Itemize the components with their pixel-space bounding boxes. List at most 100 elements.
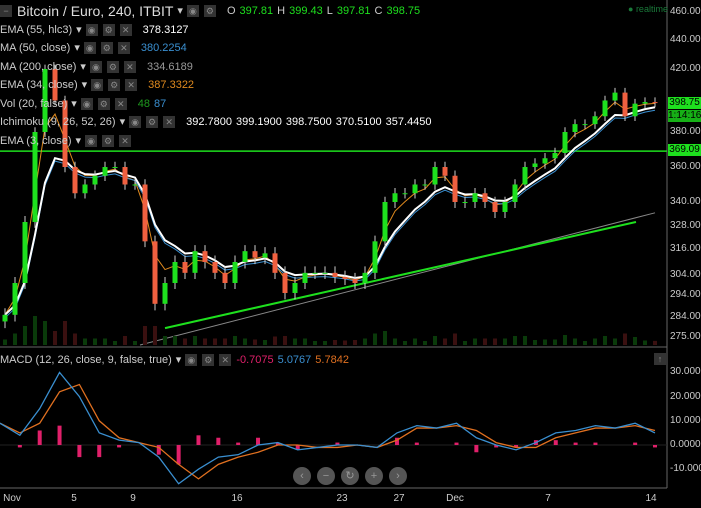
close-label: C [374, 5, 383, 17]
indicator-label[interactable]: MA (50, close) [0, 39, 70, 58]
macd-histogram-bar [256, 437, 261, 445]
scroll-right-button[interactable]: › [389, 467, 407, 485]
macd-histogram-bar [474, 445, 479, 453]
eye-icon[interactable]: ◉ [186, 5, 199, 18]
indicator-value: 370.5100 [335, 116, 382, 128]
macd-label[interactable]: MACD (12, 26, close, 9, false, true) [0, 354, 172, 366]
close-icon[interactable]: ✕ [163, 116, 176, 129]
close-icon[interactable]: ✕ [114, 97, 127, 110]
date-tick: 27 [393, 493, 405, 504]
indicator-label[interactable]: Ichimoku (9, 26, 52, 26) [0, 113, 116, 132]
eye-icon[interactable]: ◉ [129, 116, 142, 129]
date-tick: 16 [231, 493, 243, 504]
gear-icon[interactable]: ⚙ [202, 353, 215, 366]
gear-icon[interactable]: ⚙ [108, 79, 121, 92]
maximize-pane-icon[interactable]: ↑ [654, 353, 666, 365]
dropdown-icon[interactable]: ▾ [76, 132, 82, 151]
candle [412, 184, 418, 194]
gear-icon[interactable]: ⚙ [97, 97, 110, 110]
date-tick: Dec [446, 493, 464, 504]
close-icon[interactable]: ✕ [117, 42, 130, 55]
indicator-label[interactable]: Vol (20, false) [0, 95, 67, 114]
indicator-label[interactable]: MA (200, close) [0, 58, 76, 77]
candle [242, 251, 248, 262]
dropdown-icon[interactable]: ▾ [74, 39, 80, 58]
indicator-value: 357.4450 [385, 116, 432, 128]
macd-histogram-bar [414, 442, 419, 445]
close-icon[interactable]: ✕ [119, 134, 132, 147]
gear-icon[interactable]: ⚙ [102, 23, 115, 36]
eye-icon[interactable]: ◉ [91, 79, 104, 92]
dropdown-icon[interactable]: ▾ [76, 21, 82, 40]
macd-histogram-bar [17, 445, 22, 448]
scroll-left-button[interactable]: ‹ [293, 467, 311, 485]
candle [362, 272, 368, 283]
indicator-label[interactable]: EMA (34, close) [0, 76, 78, 95]
date-tick: Nov [3, 493, 21, 504]
volume-bar [293, 338, 297, 345]
eye-icon[interactable]: ◉ [89, 60, 102, 73]
dropdown-icon[interactable]: ▾ [82, 76, 88, 95]
dropdown-icon[interactable]: ▾ [177, 2, 183, 21]
eye-icon[interactable]: ◉ [85, 23, 98, 36]
reset-button[interactable]: ↻ [341, 467, 359, 485]
zoom-out-button[interactable]: − [317, 467, 335, 485]
indicator-label[interactable]: EMA (3, close) [0, 132, 72, 151]
zoom-in-button[interactable]: + [365, 467, 383, 485]
countdown-tag: 1:14:16 [668, 110, 701, 122]
gear-icon[interactable]: ⚙ [203, 5, 216, 18]
volume-bar [53, 331, 57, 345]
candle [112, 167, 118, 168]
dropdown-icon[interactable]: ▾ [71, 95, 77, 114]
price-tick: 360.00 [670, 161, 701, 172]
macd-tick: 20.0000 [670, 390, 701, 402]
candle [332, 272, 338, 277]
volume-bar [73, 333, 77, 345]
gear-icon[interactable]: ⚙ [106, 60, 119, 73]
volume-bar [523, 336, 527, 345]
volume-bar [463, 341, 467, 345]
volume-bar [163, 336, 167, 345]
candle [292, 283, 298, 293]
symbol-row: − Bitcoin / Euro, 240, ITBIT ▾ ◉ ⚙ O 397.8… [0, 2, 432, 21]
indicator-label[interactable]: EMA (55, hlc3) [0, 21, 72, 40]
macd-tick: 0.0000 [670, 439, 701, 450]
eye-icon[interactable]: ◉ [83, 42, 96, 55]
date-tick: 5 [71, 493, 77, 504]
dropdown-icon[interactable]: ▾ [120, 113, 126, 132]
candle [442, 167, 448, 176]
volume-bar [533, 340, 537, 345]
dropdown-icon[interactable]: ▾ [80, 58, 86, 77]
volume-bar [613, 338, 617, 345]
eye-icon[interactable]: ◉ [85, 134, 98, 147]
indicator-value: 380.2254 [140, 42, 187, 54]
collapse-icon[interactable]: − [0, 5, 12, 18]
eye-icon[interactable]: ◉ [185, 353, 198, 366]
gear-icon[interactable]: ⚙ [102, 134, 115, 147]
macd-histogram-bar [117, 445, 122, 448]
chart-navigation: ‹ − ↻ + › [293, 467, 407, 485]
gear-icon[interactable]: ⚙ [146, 116, 159, 129]
close-icon[interactable]: ✕ [119, 23, 132, 36]
dropdown-icon[interactable]: ▾ [176, 353, 182, 366]
close-icon[interactable]: ✕ [125, 79, 138, 92]
candle [532, 163, 538, 167]
volume-bar [323, 341, 327, 345]
open-value: 397.81 [239, 5, 274, 17]
volume-bar [143, 326, 147, 345]
macd-legend: MACD (12, 26, close, 9, false, true) ▾ ◉ ⚙… [0, 353, 349, 366]
date-tick: 7 [545, 493, 551, 504]
candle [212, 262, 218, 273]
macd-histogram-bar [633, 442, 638, 445]
volume-bar [593, 338, 597, 345]
eye-icon[interactable]: ◉ [80, 97, 93, 110]
volume-bar [513, 336, 517, 345]
candle [642, 102, 648, 104]
gear-icon[interactable]: ⚙ [100, 42, 113, 55]
close-icon[interactable]: ✕ [123, 60, 136, 73]
candle [102, 167, 108, 176]
candle [612, 92, 618, 101]
symbol-title[interactable]: Bitcoin / Euro, 240, ITBIT [17, 2, 173, 21]
close-icon[interactable]: ✕ [219, 353, 232, 366]
volume-bar [643, 340, 647, 345]
